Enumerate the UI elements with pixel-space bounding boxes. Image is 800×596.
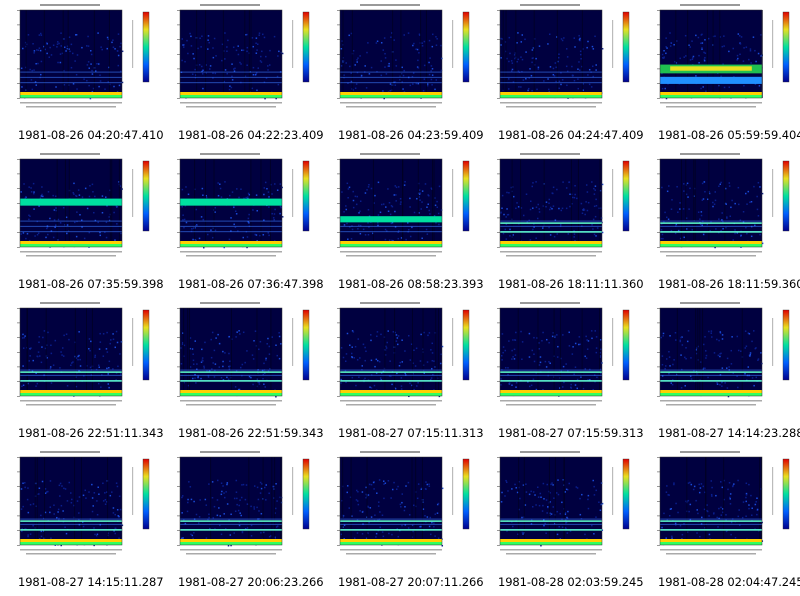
spectrogram-thumbnail[interactable] <box>320 447 480 567</box>
spectrogram-thumbnail[interactable] <box>160 149 320 269</box>
thumbnail-cell[interactable]: 1981-08-27 14:15:11.287 <box>0 447 164 596</box>
spectrogram-thumbnail[interactable] <box>0 298 160 418</box>
spectrogram-thumbnail[interactable] <box>320 298 480 418</box>
thumbnail-cell[interactable]: 1981-08-26 08:58:23.393 <box>320 149 484 298</box>
thumbnail-cell[interactable]: 1981-08-26 04:23:59.409 <box>320 0 484 149</box>
spectrogram-thumbnail[interactable] <box>160 447 320 567</box>
thumbnail-cell[interactable]: 1981-08-26 07:36:47.398 <box>160 149 324 298</box>
thumbnail-cell[interactable]: 1981-08-27 07:15:59.313 <box>480 298 644 447</box>
thumbnail-grid: 1981-08-26 04:20:47.410 1981-08-26 04:22:… <box>0 0 800 596</box>
spectrogram-thumbnail[interactable] <box>640 149 800 269</box>
thumbnail-caption[interactable]: 1981-08-28 02:03:59.245 <box>498 575 644 589</box>
thumbnail-cell[interactable]: 1981-08-26 22:51:59.343 <box>160 298 324 447</box>
thumbnail-caption[interactable]: 1981-08-26 07:36:47.398 <box>178 277 324 291</box>
thumbnail-caption[interactable]: 1981-08-26 18:11:59.360 <box>658 277 800 291</box>
thumbnail-caption[interactable]: 1981-08-26 08:58:23.393 <box>338 277 484 291</box>
thumbnail-caption[interactable]: 1981-08-27 07:15:11.313 <box>338 426 484 440</box>
spectrogram-thumbnail[interactable] <box>0 447 160 567</box>
spectrogram-thumbnail[interactable] <box>160 298 320 418</box>
thumbnail-cell[interactable]: 1981-08-28 02:03:59.245 <box>480 447 644 596</box>
thumbnail-caption[interactable]: 1981-08-26 07:35:59.398 <box>18 277 164 291</box>
thumbnail-cell[interactable]: 1981-08-28 02:04:47.245 <box>640 447 800 596</box>
thumbnail-caption[interactable]: 1981-08-27 20:06:23.266 <box>178 575 324 589</box>
thumbnail-cell[interactable]: 1981-08-27 20:06:23.266 <box>160 447 324 596</box>
thumbnail-cell[interactable]: 1981-08-27 20:07:11.266 <box>320 447 484 596</box>
thumbnail-cell[interactable]: 1981-08-26 04:20:47.410 <box>0 0 164 149</box>
thumbnail-caption[interactable]: 1981-08-27 14:14:23.288 <box>658 426 800 440</box>
spectrogram-thumbnail[interactable] <box>320 0 480 120</box>
thumbnail-caption[interactable]: 1981-08-28 02:04:47.245 <box>658 575 800 589</box>
thumbnail-cell[interactable]: 1981-08-26 07:35:59.398 <box>0 149 164 298</box>
thumbnail-caption[interactable]: 1981-08-26 04:22:23.409 <box>178 128 324 142</box>
spectrogram-thumbnail[interactable] <box>480 0 640 120</box>
thumbnail-cell[interactable]: 1981-08-26 22:51:11.343 <box>0 298 164 447</box>
thumbnail-caption[interactable]: 1981-08-26 22:51:59.343 <box>178 426 324 440</box>
thumbnail-caption[interactable]: 1981-08-26 04:24:47.409 <box>498 128 644 142</box>
spectrogram-thumbnail[interactable] <box>480 298 640 418</box>
thumbnail-caption[interactable]: 1981-08-27 14:15:11.287 <box>18 575 164 589</box>
thumbnail-caption[interactable]: 1981-08-27 20:07:11.266 <box>338 575 484 589</box>
spectrogram-thumbnail[interactable] <box>0 0 160 120</box>
thumbnail-cell[interactable]: 1981-08-27 07:15:11.313 <box>320 298 484 447</box>
thumbnail-cell[interactable]: 1981-08-27 14:14:23.288 <box>640 298 800 447</box>
spectrogram-thumbnail[interactable] <box>160 0 320 120</box>
thumbnail-cell[interactable]: 1981-08-26 18:11:59.360 <box>640 149 800 298</box>
spectrogram-thumbnail[interactable] <box>640 447 800 567</box>
thumbnail-cell[interactable]: 1981-08-26 04:22:23.409 <box>160 0 324 149</box>
thumbnail-caption[interactable]: 1981-08-26 18:11:11.360 <box>498 277 644 291</box>
thumbnail-caption[interactable]: 1981-08-27 07:15:59.313 <box>498 426 644 440</box>
spectrogram-thumbnail[interactable] <box>640 0 800 120</box>
thumbnail-caption[interactable]: 1981-08-26 05:59:59.404 <box>658 128 800 142</box>
spectrogram-thumbnail[interactable] <box>480 447 640 567</box>
spectrogram-thumbnail[interactable] <box>480 149 640 269</box>
thumbnail-cell[interactable]: 1981-08-26 04:24:47.409 <box>480 0 644 149</box>
thumbnail-cell[interactable]: 1981-08-26 18:11:11.360 <box>480 149 644 298</box>
thumbnail-caption[interactable]: 1981-08-26 04:23:59.409 <box>338 128 484 142</box>
spectrogram-thumbnail[interactable] <box>0 149 160 269</box>
thumbnail-caption[interactable]: 1981-08-26 04:20:47.410 <box>18 128 164 142</box>
thumbnail-caption[interactable]: 1981-08-26 22:51:11.343 <box>18 426 164 440</box>
thumbnail-cell[interactable]: 1981-08-26 05:59:59.404 <box>640 0 800 149</box>
spectrogram-thumbnail[interactable] <box>640 298 800 418</box>
spectrogram-thumbnail[interactable] <box>320 149 480 269</box>
